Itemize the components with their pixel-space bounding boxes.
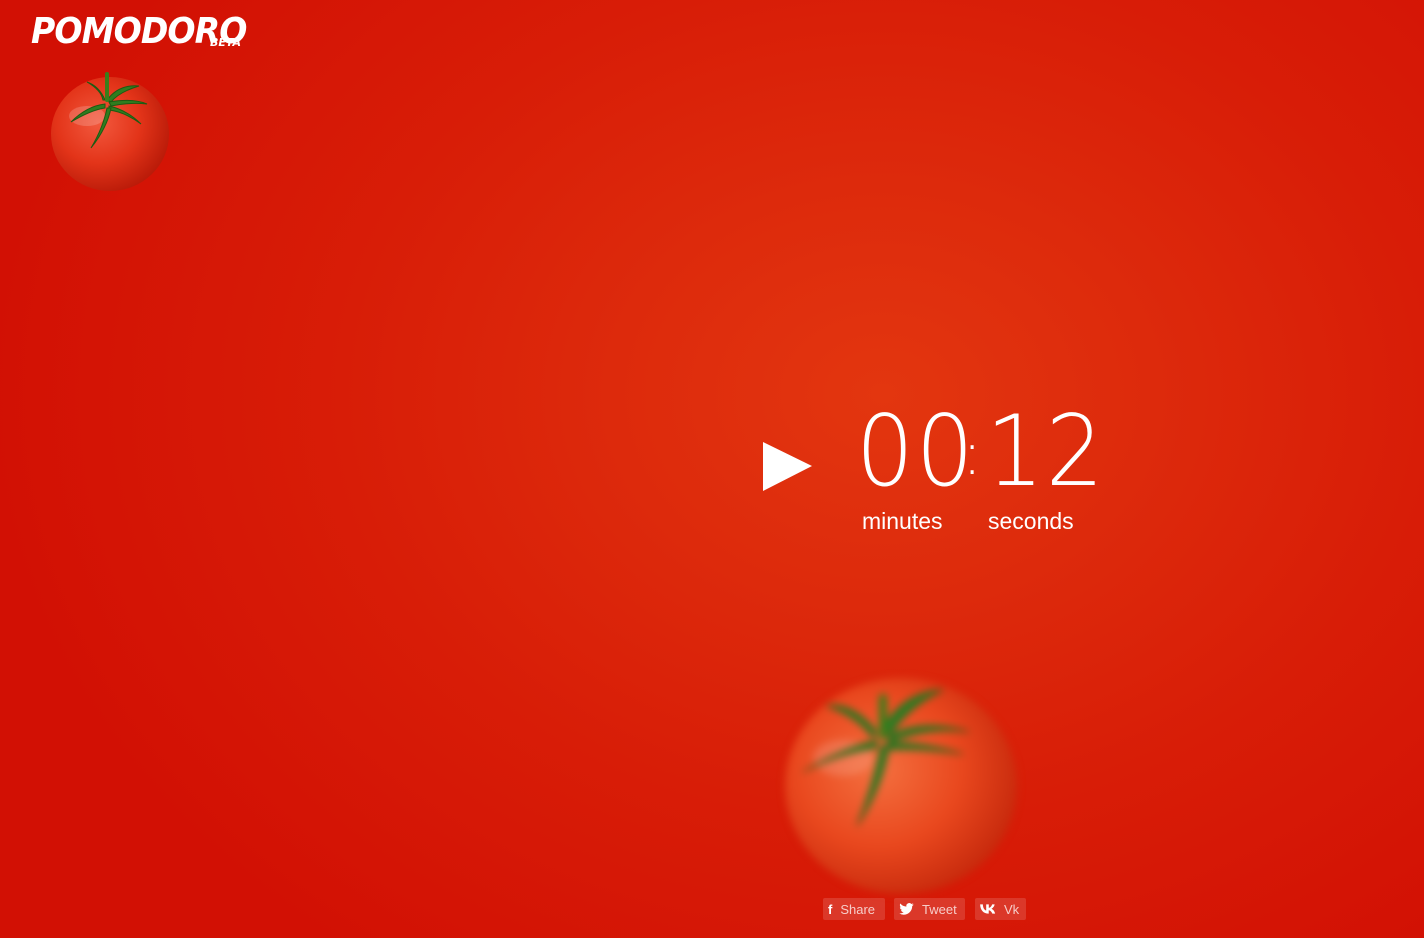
vk-icon xyxy=(980,904,996,914)
facebook-icon: f xyxy=(828,901,833,917)
twitter-icon xyxy=(899,903,914,915)
vk-label: Vk xyxy=(1004,901,1020,917)
time-separator: : xyxy=(962,419,983,489)
tomato-icon xyxy=(51,72,169,191)
timer-display: 00:12 xyxy=(852,392,1106,512)
tweet-label: Tweet xyxy=(922,901,957,917)
logo[interactable]: POMODORO BETA xyxy=(31,10,265,54)
tweet-button[interactable]: Tweet xyxy=(894,898,965,920)
seconds-label: seconds xyxy=(988,508,1074,534)
minutes-label: minutes xyxy=(862,508,943,534)
beta-label: BETA xyxy=(210,36,242,49)
play-icon xyxy=(763,442,812,491)
vk-button[interactable]: Vk xyxy=(975,898,1026,920)
minutes-value: 00 xyxy=(855,395,976,509)
share-label: Share xyxy=(840,901,876,917)
tomato-decoration-icon xyxy=(785,678,1017,894)
play-button[interactable] xyxy=(760,440,814,494)
share-button[interactable]: f Share xyxy=(823,898,885,920)
seconds-value: 12 xyxy=(985,395,1106,509)
